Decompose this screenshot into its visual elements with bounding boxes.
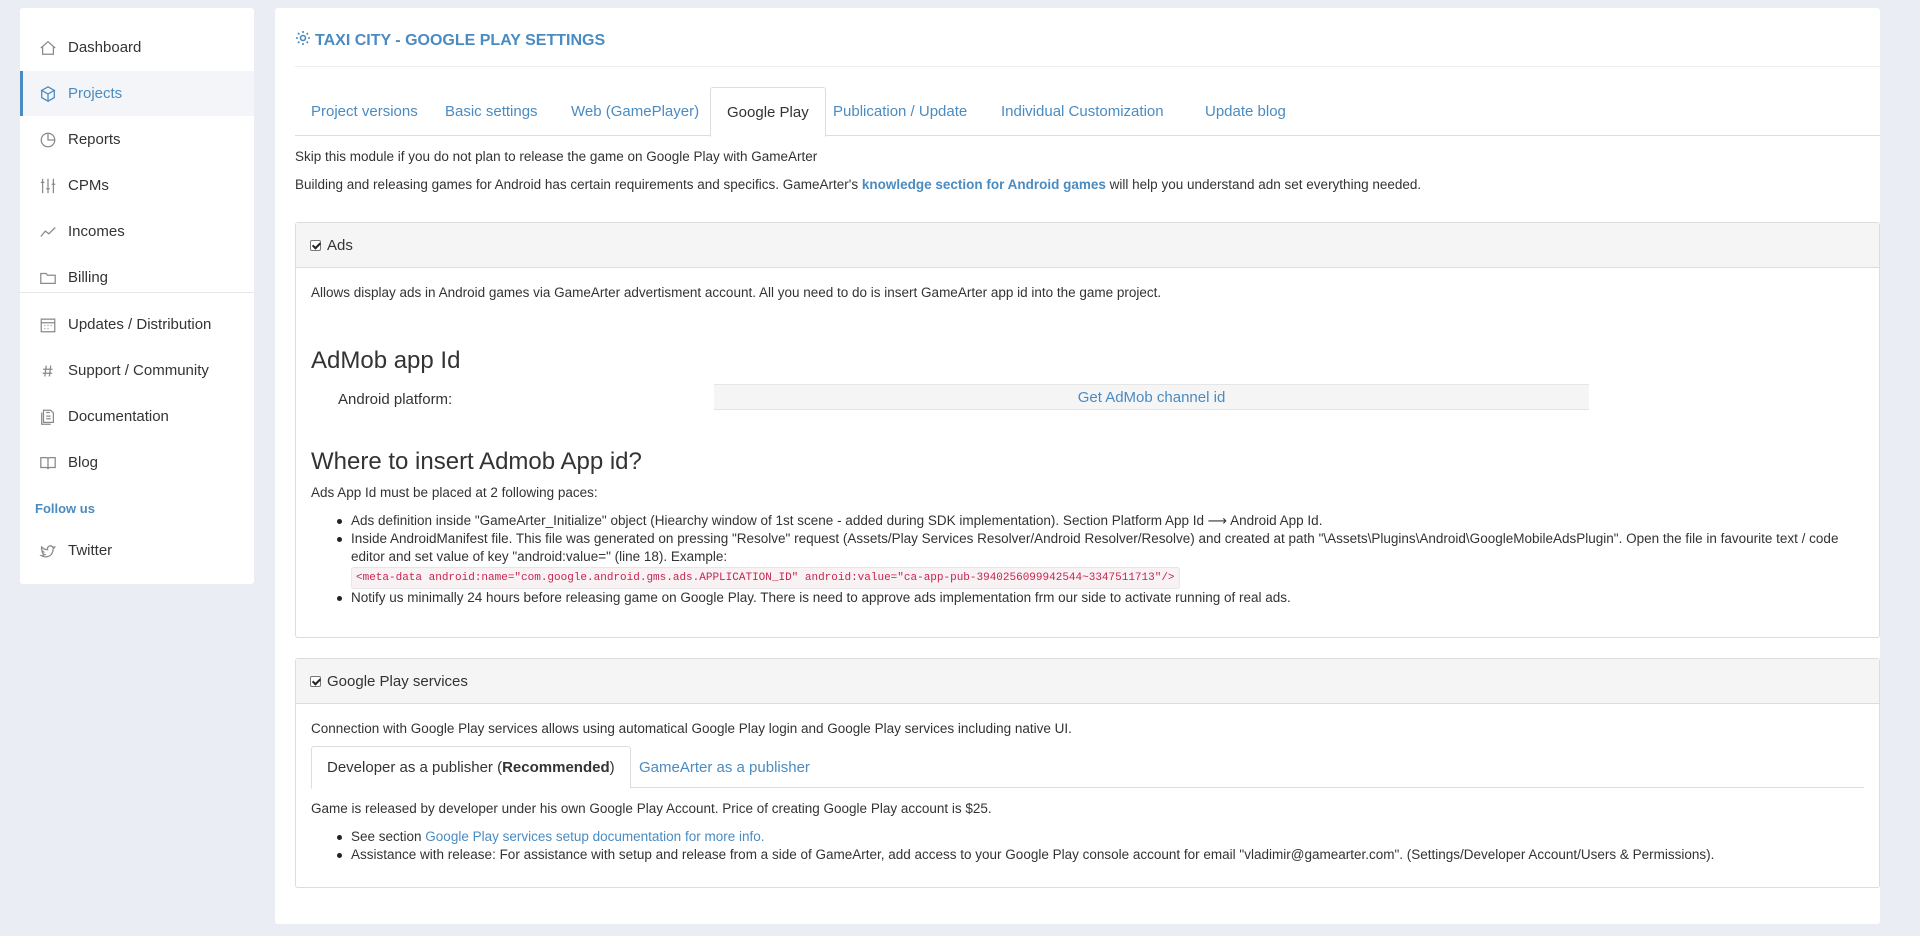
list-item: Ads definition inside "GameArter_Initial… <box>331 512 1861 530</box>
tab-project-versions[interactable]: Project versions <box>295 87 434 136</box>
folder-icon <box>38 268 58 288</box>
gear-icon <box>295 30 315 51</box>
sidebar-item-label: Documentation <box>68 408 169 425</box>
admob-heading: AdMob app Id <box>311 347 461 374</box>
list-item: Notify us minimally 24 hours before rele… <box>331 589 1861 607</box>
ads-description: Allows display ads in Android games via … <box>311 285 1162 300</box>
title-divider <box>295 66 1880 67</box>
sidebar: Dashboard Projects Reports CPMs Incomes … <box>20 8 254 584</box>
main-content: TAXI CITY - GOOGLE PLAY SETTINGS Project… <box>275 8 1880 924</box>
manifest-code-snippet: <meta-data android:name="com.google.andr… <box>351 567 1180 589</box>
sidebar-item-label: Incomes <box>68 223 125 240</box>
sidebar-item-label: Updates / Distribution <box>68 316 212 333</box>
knowledge-section-link[interactable]: knowledge section for Android games <box>862 177 1106 192</box>
tab-label-post: ) <box>609 759 615 776</box>
gps-bullets: See section Google Play services setup d… <box>331 828 1861 864</box>
list-item: Inside AndroidManifest file. This file w… <box>331 530 1861 589</box>
ads-checkbox[interactable] <box>310 239 321 251</box>
docs-icon <box>38 407 58 427</box>
gps-panel-title: Google Play services <box>327 672 468 690</box>
intro-text-pre: Building and releasing games for Android… <box>295 177 862 192</box>
sidebar-item-cpms[interactable]: CPMs <box>20 163 254 208</box>
sidebar-item-updates[interactable]: Updates / Distribution <box>20 302 254 347</box>
sidebar-item-label: Dashboard <box>68 39 142 56</box>
tab-label-pre: Developer as a publisher ( <box>327 759 503 776</box>
intro-skip-text: Skip this module if you do not plan to r… <box>295 149 818 164</box>
sidebar-item-billing[interactable]: Billing <box>20 255 254 300</box>
twitter-icon <box>38 541 58 561</box>
tab-bar: Project versions Basic settings Web (Gam… <box>295 87 1880 137</box>
tab-developer-publisher[interactable]: Developer as a publisher (Recommended) <box>311 746 631 789</box>
gps-description: Connection with Google Play services all… <box>311 721 1072 736</box>
gps-panel-header: Google Play services <box>296 659 1879 704</box>
sidebar-item-dashboard[interactable]: Dashboard <box>20 25 254 70</box>
sliders-icon <box>38 176 58 196</box>
page-title-text: TAXI CITY - GOOGLE PLAY SETTINGS <box>315 31 606 49</box>
ads-panel-title: Ads <box>327 236 353 254</box>
bullet2-line2: editor and set value of key "android:val… <box>351 549 728 564</box>
sidebar-item-label: Reports <box>68 131 121 148</box>
tab-basic-settings[interactable]: Basic settings <box>429 87 554 136</box>
sidebar-item-label: Support / Community <box>68 362 209 379</box>
bullet2-line1: Inside AndroidManifest file. This file w… <box>351 531 1839 546</box>
cube-icon <box>38 84 58 104</box>
sidebar-item-label: Twitter <box>68 542 113 559</box>
ads-bullets: Ads definition inside "GameArter_Initial… <box>331 512 1861 607</box>
sidebar-item-label: Projects <box>68 85 123 102</box>
sidebar-item-twitter[interactable]: Twitter <box>20 528 254 573</box>
ads-panel: Ads Allows display ads in Android games … <box>295 222 1880 638</box>
sidebar-item-reports[interactable]: Reports <box>20 117 254 162</box>
recommended-label: Recommended <box>502 759 610 776</box>
sidebar-item-label: Billing <box>68 269 109 286</box>
list-item: Assistance with release: For assistance … <box>331 846 1861 864</box>
sidebar-item-support[interactable]: Support / Community <box>20 348 254 393</box>
tab-update-blog[interactable]: Update blog <box>1189 87 1302 136</box>
where-insert-heading: Where to insert Admob App id? <box>311 448 642 475</box>
home-icon <box>38 38 58 58</box>
gps-checkbox[interactable] <box>310 675 321 687</box>
sidebar-item-incomes[interactable]: Incomes <box>20 209 254 254</box>
tab-individual-customization[interactable]: Individual Customization <box>985 87 1180 136</box>
released-text: Game is released by developer under his … <box>311 801 992 816</box>
tab-gamearter-publisher[interactable]: GameArter as a publisher <box>624 746 825 788</box>
intro-text-post: will help you understand adn set everyth… <box>1105 177 1422 192</box>
list-item: See section Google Play services setup d… <box>331 828 1861 846</box>
calendar-icon <box>38 315 58 335</box>
trend-icon <box>38 222 58 242</box>
tab-google-play[interactable]: Google Play <box>710 87 826 137</box>
hash-icon <box>38 361 58 381</box>
sidebar-item-blog[interactable]: Blog <box>20 440 254 485</box>
publisher-tab-bar: Developer as a publisher (Recommended) G… <box>311 746 1864 789</box>
sidebar-item-label: Blog <box>68 454 99 471</box>
android-platform-label: Android platform: <box>338 391 453 408</box>
intro-knowledge-text: Building and releasing games for Android… <box>295 177 1421 192</box>
tab-publication-update[interactable]: Publication / Update <box>817 87 983 136</box>
page-title: TAXI CITY - GOOGLE PLAY SETTINGS <box>295 30 605 51</box>
sidebar-item-label: CPMs <box>68 177 109 194</box>
follow-us-label: Follow us <box>35 501 95 516</box>
google-play-services-panel: Google Play services Connection with Goo… <box>295 658 1880 888</box>
sidebar-item-projects[interactable]: Projects <box>20 71 254 116</box>
ads-placed-text: Ads App Id must be placed at 2 following… <box>311 485 598 500</box>
sidebar-divider <box>20 292 254 293</box>
pie-icon <box>38 130 58 150</box>
get-admob-id-button[interactable]: Get AdMob channel id <box>714 384 1589 410</box>
ads-panel-header: Ads <box>296 223 1879 268</box>
see-section-text: See section <box>351 829 426 844</box>
book-icon <box>38 453 58 473</box>
sidebar-item-documentation[interactable]: Documentation <box>20 394 254 439</box>
tab-web-gameplayer[interactable]: Web (GamePlayer) <box>555 87 715 136</box>
gps-docs-link[interactable]: Google Play services setup documentation… <box>425 829 764 844</box>
